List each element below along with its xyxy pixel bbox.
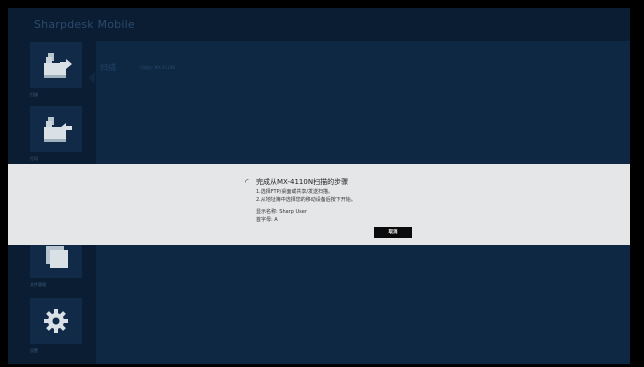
selection-indicator [88,72,95,84]
app-title: Sharpdesk Mobile [34,18,135,31]
dialog-step-1: 1.选择FTP/桌面或共享/发送扫描。 [256,189,333,195]
initial-letter: 首字母: A [256,217,278,223]
sidebar-item-scan[interactable] [30,42,82,88]
scanner-icon [44,53,72,78]
sidebar-item-label: 设置 [30,348,38,353]
scanner-name: 扫描仪: MX-4110N [140,65,176,70]
sidebar-item-label: 文件管理 [30,282,46,287]
printer-icon [44,117,72,142]
dialog-title: 完成从MX-4110N扫描的步骤 [256,178,349,186]
loading-spinner-icon: ◜ [245,178,249,188]
sidebar-item-print[interactable] [30,106,82,152]
gear-icon [44,309,68,333]
app-window: Sharpdesk Mobile 扫描 打印 文件管理 设置 扫描 扫描仪: M… [8,8,630,364]
sidebar-item-label: 打印 [30,156,38,161]
sidebar-item-settings[interactable] [30,298,82,344]
display-name: 显示名称: Sharp User [256,209,307,215]
dialog-step-2: 2.从地址簿中选择您的移动设备后按下开始。 [256,197,356,203]
sidebar-item-label: 扫描 [30,92,38,97]
page-title: 扫描 [100,63,116,72]
cancel-button[interactable]: 取消 [374,227,412,238]
